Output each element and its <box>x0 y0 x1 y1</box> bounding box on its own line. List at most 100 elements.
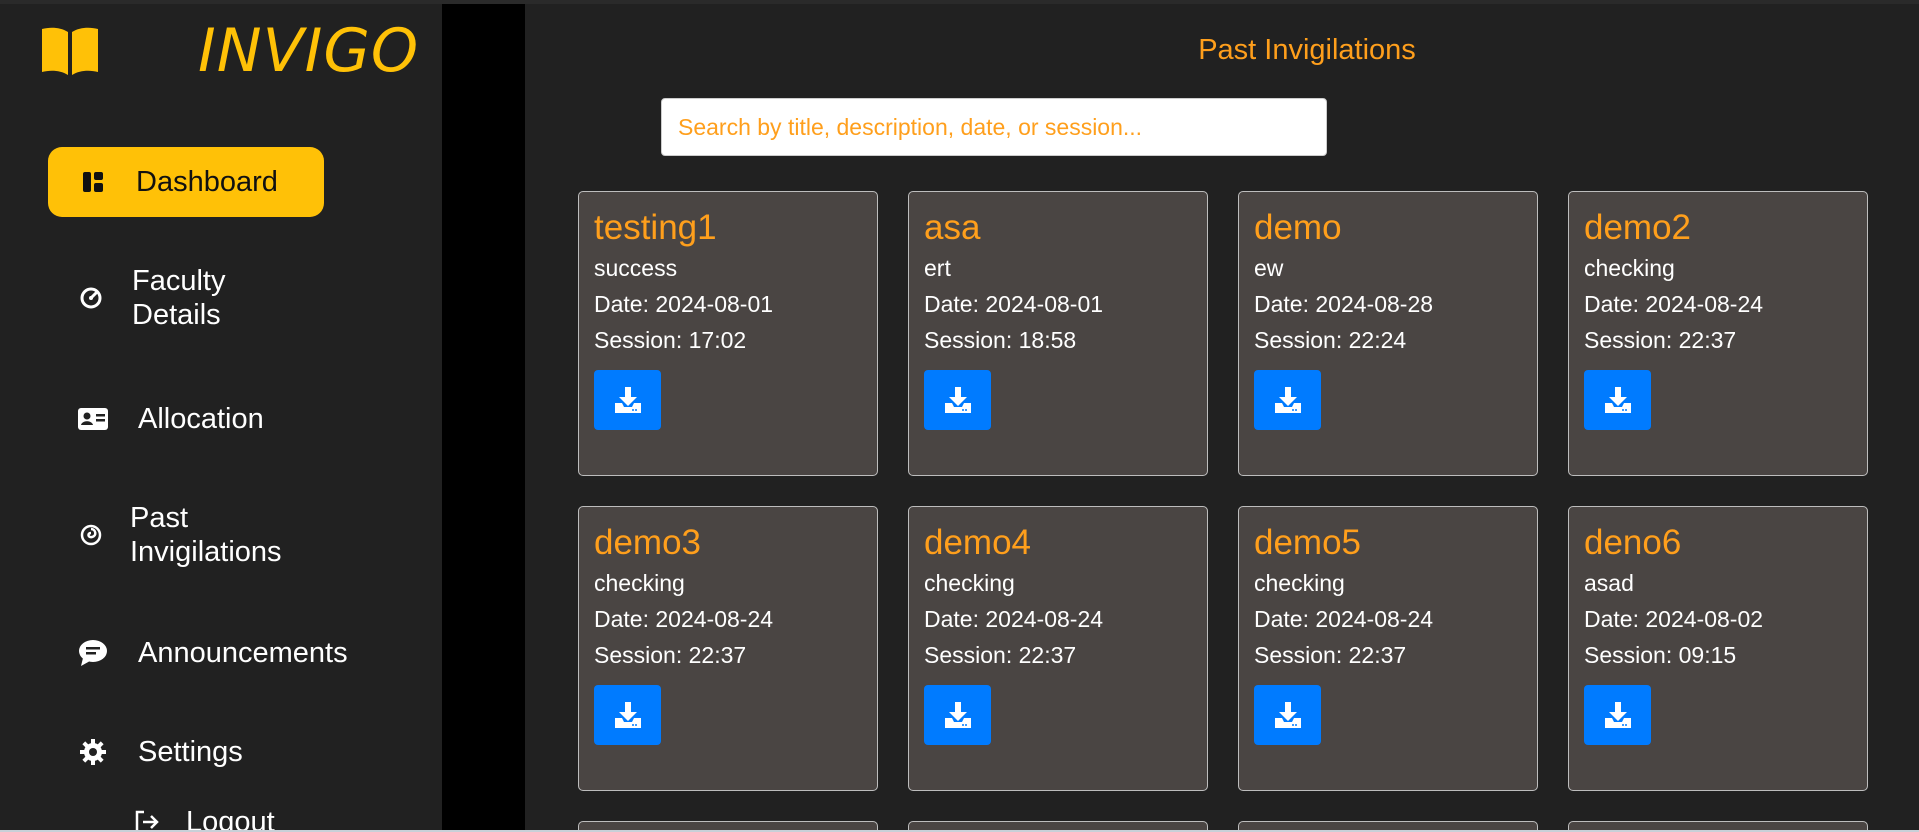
download-icon <box>1603 700 1633 730</box>
session-value: 22:37 <box>1348 642 1407 668</box>
date-prefix: Date: <box>1254 606 1316 632</box>
session-prefix: Session: <box>594 327 689 353</box>
download-icon <box>1273 385 1303 415</box>
invigilation-card: deno6 asad Date: 2024-08-02 Session: 09:15 <box>1568 506 1868 791</box>
download-icon <box>613 700 643 730</box>
session-value: 22:37 <box>1018 642 1077 668</box>
download-button[interactable] <box>924 370 991 430</box>
date-value: 2024-08-01 <box>655 291 774 317</box>
session-prefix: Session: <box>1584 327 1679 353</box>
session-value: 22:24 <box>1348 327 1407 353</box>
dashboard-icon <box>76 165 110 199</box>
session-value: 22:37 <box>688 642 747 668</box>
card-session: Session: 22:37 <box>1254 637 1522 673</box>
date-value: 2024-08-28 <box>1315 291 1434 317</box>
sidebar-item-label: Settings <box>138 736 243 768</box>
card-date: Date: 2024-08-28 <box>1254 286 1522 322</box>
card-date: Date: 2024-08-24 <box>1254 601 1522 637</box>
gauge-icon <box>74 281 108 315</box>
card-description: checking <box>924 570 1015 596</box>
date-prefix: Date: <box>1584 606 1646 632</box>
download-button[interactable] <box>594 685 661 745</box>
invigilation-card: asa ert Date: 2024-08-01 Session: 18:58 <box>908 191 1208 476</box>
search-input[interactable] <box>661 98 1327 156</box>
card-title: testing1 <box>594 208 717 247</box>
sidebar-item-label: Faculty Details <box>132 265 226 331</box>
download-icon <box>613 385 643 415</box>
date-prefix: Date: <box>594 291 656 317</box>
card-title: asa <box>924 208 981 247</box>
session-prefix: Session: <box>1584 642 1679 668</box>
book-icon <box>42 27 98 75</box>
brand[interactable]: INVIGO <box>40 16 419 86</box>
sidebar-item-label: Logout <box>186 806 275 832</box>
session-value: 09:15 <box>1678 642 1737 668</box>
card-date: Date: 2024-08-24 <box>1584 286 1852 322</box>
invigilation-card: demo5 checking Date: 2024-08-24 Session: 22… <box>1238 506 1538 791</box>
sidebar-item-announcements[interactable]: Announcements <box>76 636 348 670</box>
download-button[interactable] <box>1254 370 1321 430</box>
session-prefix: Session: <box>924 327 1019 353</box>
card-description: checking <box>1254 570 1345 596</box>
sidebar-item-label: Allocation <box>138 403 264 435</box>
card-description: checking <box>1584 255 1675 281</box>
card-description: checking <box>594 570 685 596</box>
invigilation-card: demo4 checking Date: 2024-08-24 Session: 22… <box>908 506 1208 791</box>
invigilation-card: demo3 checking Date: 2024-08-24 Session: 22… <box>578 506 878 791</box>
session-value: 22:37 <box>1678 327 1737 353</box>
sidebar-item-logout[interactable]: Logout <box>130 805 275 832</box>
invigilation-card: demo2 checking Date: 2024-08-24 Session: 22… <box>1568 191 1868 476</box>
sidebar-item-settings[interactable]: Settings <box>76 735 243 769</box>
spiral-icon <box>74 518 108 552</box>
logout-icon <box>130 805 164 832</box>
card-title: demo2 <box>1584 208 1692 247</box>
sidebar-divider <box>442 4 525 832</box>
sidebar-item-label: Dashboard <box>136 166 278 198</box>
card-title: demo <box>1254 208 1342 247</box>
date-value: 2024-08-24 <box>985 606 1104 632</box>
card-description: ert <box>924 255 951 281</box>
session-prefix: Session: <box>1254 642 1349 668</box>
session-value: 18:58 <box>1018 327 1077 353</box>
session-prefix: Session: <box>594 642 689 668</box>
session-value: 17:02 <box>688 327 747 353</box>
sidebar-item-faculty-details[interactable]: Faculty Details <box>74 264 274 332</box>
main-content: Past Invigilations testing1 success Date: … <box>525 4 1919 832</box>
card-date: Date: 2024-08-24 <box>924 601 1192 637</box>
card-session: Session: 22:37 <box>1584 322 1852 358</box>
id-card-icon <box>76 402 110 436</box>
date-value: 2024-08-02 <box>1645 606 1764 632</box>
invigilation-card: demo ew Date: 2024-08-28 Session: 22:24 <box>1238 191 1538 476</box>
download-button[interactable] <box>1254 685 1321 745</box>
date-value: 2024-08-01 <box>985 291 1104 317</box>
sidebar: INVIGO Dashboard Faculty Details Allocat… <box>0 4 442 832</box>
download-icon <box>943 700 973 730</box>
download-button[interactable] <box>594 370 661 430</box>
download-button[interactable] <box>924 685 991 745</box>
session-prefix: Session: <box>1254 327 1349 353</box>
download-button[interactable] <box>1584 685 1651 745</box>
card-description: asad <box>1584 570 1634 596</box>
card-title: demo3 <box>594 523 702 562</box>
session-prefix: Session: <box>924 642 1019 668</box>
card-session: Session: 22:24 <box>1254 322 1522 358</box>
card-title: demo4 <box>924 523 1032 562</box>
sidebar-item-label: Announcements <box>138 637 348 669</box>
download-button[interactable] <box>1584 370 1651 430</box>
chat-icon <box>76 636 110 670</box>
card-session: Session: 22:37 <box>594 637 862 673</box>
download-icon <box>1603 385 1633 415</box>
card-date: Date: 2024-08-01 <box>924 286 1192 322</box>
card-session: Session: 18:58 <box>924 322 1192 358</box>
gear-icon <box>76 735 110 769</box>
card-date: Date: 2024-08-02 <box>1584 601 1852 637</box>
date-prefix: Date: <box>924 291 986 317</box>
page-title: Past Invigilations <box>1198 34 1416 66</box>
sidebar-item-past-invigilations[interactable]: Past Invigilations <box>74 501 334 569</box>
date-prefix: Date: <box>1584 291 1646 317</box>
date-value: 2024-08-24 <box>1645 291 1764 317</box>
sidebar-item-allocation[interactable]: Allocation <box>76 402 264 436</box>
card-session: Session: 17:02 <box>594 322 862 358</box>
sidebar-item-dashboard[interactable]: Dashboard <box>48 147 324 217</box>
sidebar-item-label: Past Invigilations <box>130 502 282 568</box>
